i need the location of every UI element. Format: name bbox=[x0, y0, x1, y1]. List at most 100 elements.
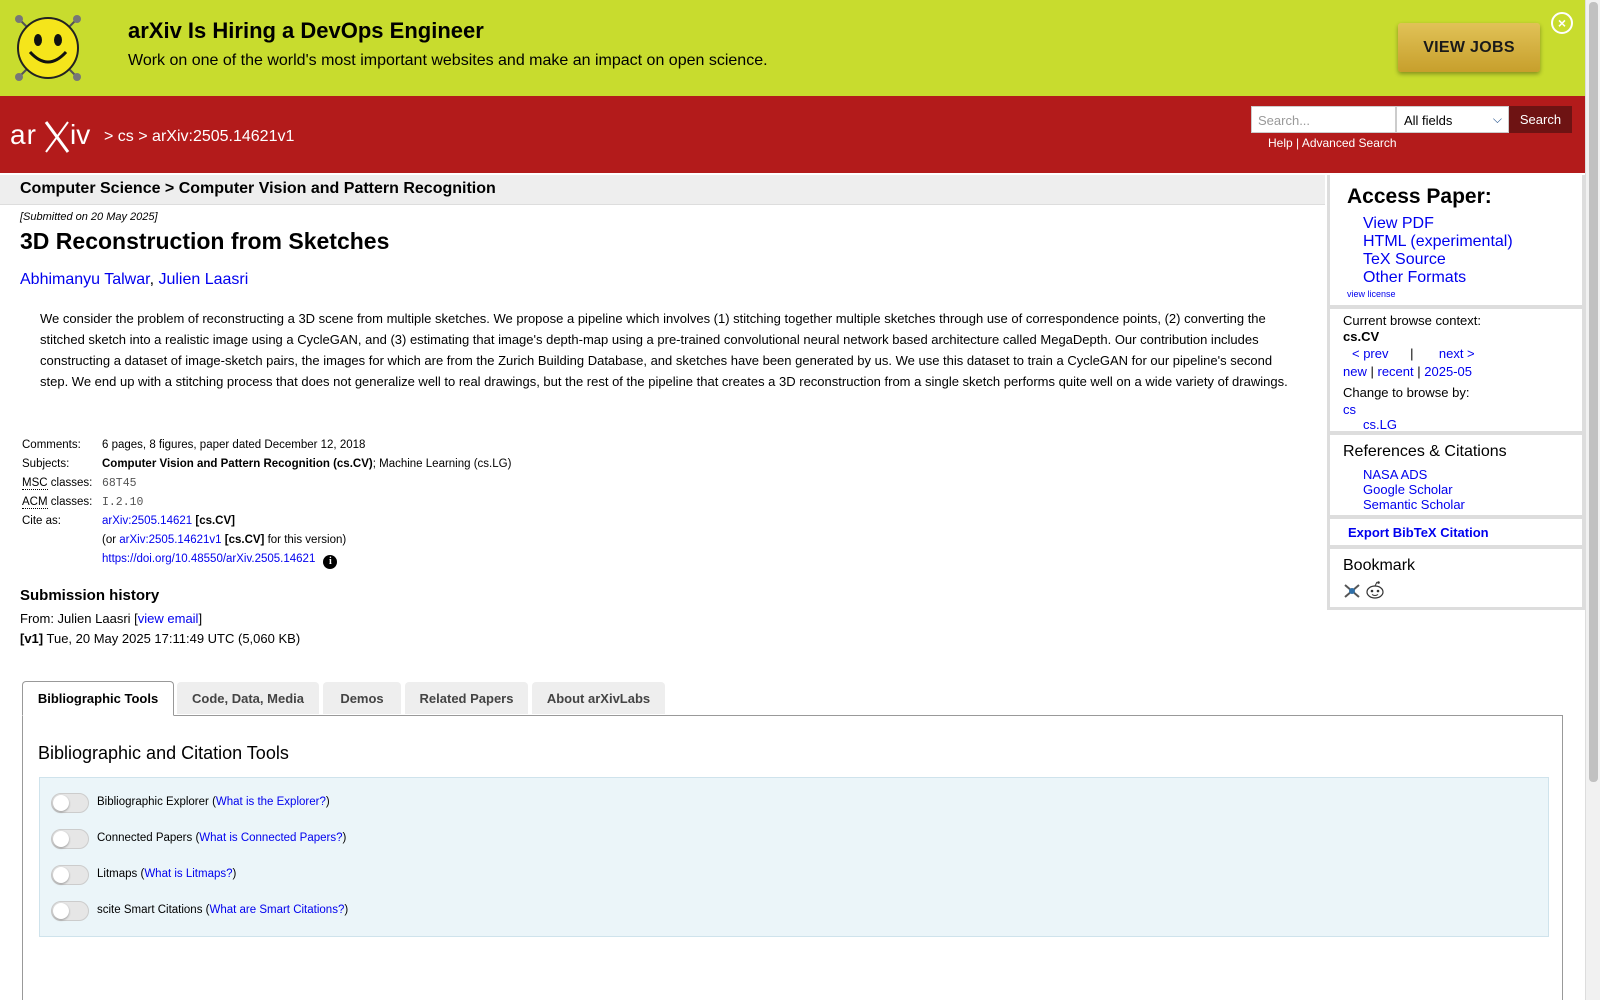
reference-links: NASA ADS Google Scholar Semantic Scholar bbox=[1363, 467, 1465, 512]
bibsonomy-icon[interactable] bbox=[1343, 583, 1361, 599]
cite-value: arXiv:2505.14621 [cs.CV] bbox=[102, 515, 235, 527]
submission-v1: [v1] Tue, 20 May 2025 17:11:49 UTC (5,06… bbox=[20, 631, 300, 646]
tool-info-link[interactable]: What is Connected Papers? bbox=[199, 832, 342, 844]
toggle-switch[interactable] bbox=[51, 901, 89, 921]
scrollbar-thumb[interactable] bbox=[1589, 2, 1598, 782]
sidebar: Access Paper: View PDF HTML (experimenta… bbox=[1327, 175, 1585, 610]
advanced-search-link[interactable]: Advanced Search bbox=[1302, 136, 1397, 150]
from-prefix: From: Julien Laasri [ bbox=[20, 611, 138, 626]
tool-text: scite Smart Citations (What are Smart Ci… bbox=[97, 904, 349, 916]
panel-title: Bibliographic and Citation Tools bbox=[38, 743, 289, 763]
cite-version-value: (or arXiv:2505.14621v1 [cs.CV] for this … bbox=[102, 534, 346, 546]
msc-abbr: MSC bbox=[22, 477, 48, 490]
tab-panel: Bibliographic and Citation Tools Bibliog… bbox=[22, 715, 1563, 1000]
tools-box: Bibliographic Explorer (What is the Expl… bbox=[39, 777, 1549, 937]
access-paper-box: Access Paper: View PDF HTML (experimenta… bbox=[1330, 175, 1582, 305]
cite-link[interactable]: arXiv:2505.14621 bbox=[102, 515, 192, 527]
google-scholar-link[interactable]: Google Scholar bbox=[1363, 482, 1465, 497]
site-header: ar iv > cs > arXiv:2505.14621v1 Search..… bbox=[0, 96, 1585, 173]
scrollbar[interactable] bbox=[1585, 0, 1600, 1000]
references-box: References & Citations NASA ADS Google S… bbox=[1330, 435, 1582, 515]
recent-link[interactable]: recent bbox=[1378, 364, 1414, 379]
toggle-switch[interactable] bbox=[51, 793, 89, 813]
author-separator: , bbox=[149, 271, 155, 288]
banner-title: arXiv Is Hiring a DevOps Engineer bbox=[128, 18, 484, 43]
semantic-scholar-link[interactable]: Semantic Scholar bbox=[1363, 497, 1465, 512]
author-link[interactable]: Julien Laasri bbox=[158, 271, 248, 288]
bibtex-box: Export BibTeX Citation bbox=[1330, 519, 1582, 545]
reddit-icon[interactable] bbox=[1365, 581, 1385, 599]
view-pdf-link[interactable]: View PDF bbox=[1363, 215, 1513, 233]
prev-link[interactable]: < prev bbox=[1352, 346, 1389, 361]
subjects-label: Subjects: bbox=[22, 458, 70, 470]
tool-info-link[interactable]: What is Litmaps? bbox=[144, 868, 232, 880]
doi-value: https://doi.org/10.48550/arXiv.2505.1462… bbox=[102, 553, 338, 569]
arxiv-logo[interactable]: ar iv bbox=[10, 116, 102, 156]
breadcrumb-paper-id: arXiv:2505.14621v1 bbox=[152, 128, 295, 145]
authors: Abhimanyu Talwar, Julien Laasri bbox=[20, 271, 248, 289]
bookmark-icons bbox=[1343, 581, 1385, 604]
version-label: [v1] bbox=[20, 631, 44, 646]
view-email-link[interactable]: view email bbox=[138, 611, 199, 626]
browse-lists: new | recent | 2025-05 bbox=[1343, 364, 1472, 379]
submission-from: From: Julien Laasri [view email] bbox=[20, 611, 202, 626]
view-jobs-button[interactable]: VIEW JOBS bbox=[1398, 23, 1540, 72]
tool-info-link[interactable]: What are Smart Citations? bbox=[209, 904, 344, 916]
tool-text: Bibliographic Explorer (What is the Expl… bbox=[97, 796, 330, 808]
info-icon[interactable]: i bbox=[323, 554, 338, 569]
browse-cs-lg-link[interactable]: cs.LG bbox=[1363, 417, 1397, 432]
header-links: Help | Advanced Search bbox=[1268, 136, 1397, 150]
other-formats-link[interactable]: Other Formats bbox=[1363, 269, 1513, 287]
help-link[interactable]: Help bbox=[1268, 136, 1293, 150]
comments-label: Comments: bbox=[22, 439, 81, 451]
version-detail: Tue, 20 May 2025 17:11:49 UTC (5,060 KB) bbox=[43, 631, 301, 646]
svg-text:ar: ar bbox=[10, 119, 37, 150]
tab-bibliographic-tools[interactable]: Bibliographic Tools bbox=[22, 681, 174, 716]
category-bar: Computer Science > Computer Vision and P… bbox=[0, 175, 1325, 205]
month-link[interactable]: 2025-05 bbox=[1424, 364, 1472, 379]
tab-related-papers[interactable]: Related Papers bbox=[405, 682, 528, 714]
acm-label: ACM classes: bbox=[22, 496, 102, 509]
primary-subject: Computer Vision and Pattern Recognition … bbox=[102, 458, 373, 470]
bookmark-title: Bookmark bbox=[1343, 557, 1416, 574]
next-link[interactable]: next > bbox=[1439, 346, 1475, 361]
browse-cs-link[interactable]: cs bbox=[1343, 402, 1356, 417]
breadcrumb-cs[interactable]: cs bbox=[118, 128, 134, 145]
browse-context-box: Current browse context: cs.CV < prev | n… bbox=[1330, 309, 1582, 432]
tab-demos[interactable]: Demos bbox=[323, 682, 401, 714]
references-title: References & Citations bbox=[1343, 443, 1507, 460]
new-link[interactable]: new bbox=[1343, 364, 1367, 379]
banner-subtitle: Work on one of the world's most importan… bbox=[128, 52, 768, 69]
tab-code-data-media[interactable]: Code, Data, Media bbox=[177, 682, 319, 714]
submission-history-heading: Submission history bbox=[20, 587, 160, 604]
cite-version-link[interactable]: arXiv:2505.14621v1 bbox=[119, 534, 221, 546]
view-license-link[interactable]: view license bbox=[1347, 289, 1396, 299]
export-bibtex-link[interactable]: Export BibTeX Citation bbox=[1348, 525, 1489, 540]
search-input[interactable]: Search... bbox=[1251, 106, 1396, 133]
html-link[interactable]: HTML (experimental) bbox=[1363, 233, 1513, 251]
comments-value: 6 pages, 8 figures, paper dated December… bbox=[102, 439, 366, 451]
category-title: Computer Science > Computer Vision and P… bbox=[20, 180, 496, 197]
doi-link[interactable]: https://doi.org/10.48550/arXiv.2505.1462… bbox=[102, 553, 315, 565]
search-button[interactable]: Search bbox=[1509, 106, 1572, 133]
tool-info-link[interactable]: What is the Explorer? bbox=[216, 796, 326, 808]
toggle-switch[interactable] bbox=[51, 829, 89, 849]
tex-source-link[interactable]: TeX Source bbox=[1363, 251, 1513, 269]
cite-version-tail: for this version) bbox=[264, 534, 347, 546]
browse-context-label: Current browse context: bbox=[1343, 313, 1482, 328]
acm-abbr: ACM bbox=[22, 496, 48, 509]
nasa-ads-link[interactable]: NASA ADS bbox=[1363, 467, 1465, 482]
author-link[interactable]: Abhimanyu Talwar bbox=[20, 271, 150, 288]
prev-next: < prev | next > bbox=[1352, 346, 1475, 361]
tool-name: scite Smart Citations bbox=[97, 904, 203, 916]
list-separator: | bbox=[1370, 364, 1374, 379]
breadcrumb-separator: > bbox=[104, 128, 114, 145]
toggle-switch[interactable] bbox=[51, 865, 89, 885]
acm-value: I.2.10 bbox=[102, 496, 144, 509]
tool-text: Litmaps (What is Litmaps?) bbox=[97, 868, 237, 880]
tool-text: Connected Papers (What is Connected Pape… bbox=[97, 832, 347, 844]
close-icon[interactable]: × bbox=[1551, 12, 1573, 34]
tab-about-arxivlabs[interactable]: About arXivLabs bbox=[532, 682, 665, 714]
change-browse-label: Change to browse by: bbox=[1343, 385, 1470, 400]
search-field-select[interactable]: All fields ⌵ bbox=[1396, 106, 1509, 133]
